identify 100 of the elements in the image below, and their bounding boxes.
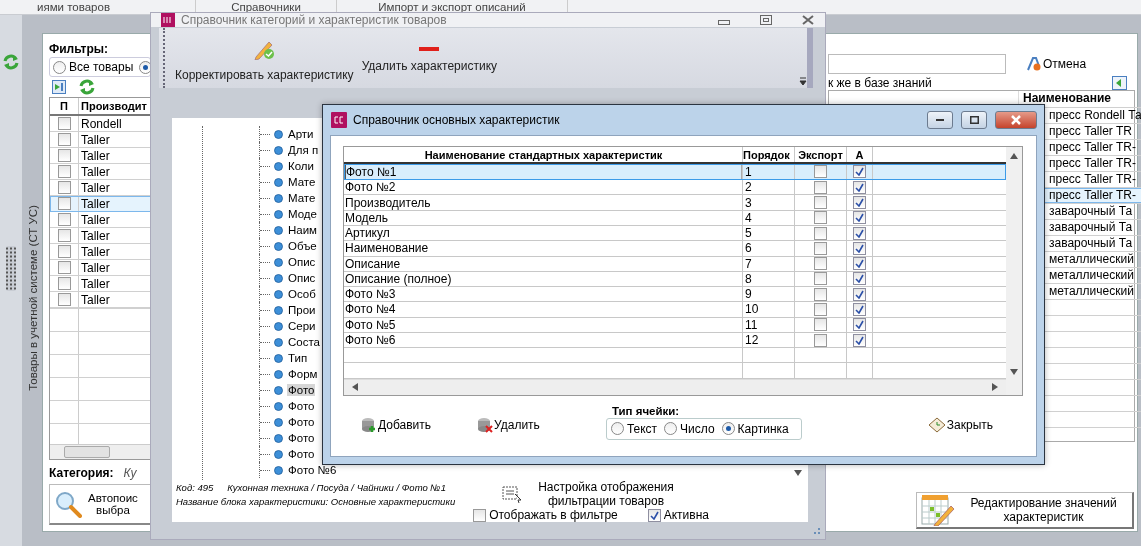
panel-icon[interactable] [1112, 75, 1127, 90]
radio-button[interactable] [610, 422, 624, 435]
tree-item[interactable]: Соста [287, 336, 321, 348]
maximize-button[interactable] [961, 111, 987, 129]
minimize-button[interactable] [927, 111, 953, 129]
checkbox[interactable] [57, 261, 71, 274]
tree-item[interactable]: Опис [287, 272, 317, 284]
tree-item[interactable]: Фото [287, 384, 316, 396]
tree-item[interactable]: Арти [287, 128, 315, 140]
checkbox[interactable] [814, 241, 827, 255]
close-button[interactable] [995, 111, 1037, 129]
close-icon[interactable] [801, 14, 815, 26]
export-icon[interactable] [52, 80, 66, 94]
checkbox[interactable] [853, 165, 866, 179]
horizontal-scrollbar[interactable] [50, 444, 151, 459]
table-row[interactable]: Фото №2 2 [344, 180, 1006, 196]
checkbox[interactable] [814, 333, 827, 347]
checkbox[interactable] [853, 333, 866, 347]
radio-button[interactable] [664, 422, 678, 435]
column-header[interactable]: Наименование стандартных характеристик [344, 147, 743, 163]
checkbox[interactable] [853, 302, 866, 316]
checkbox[interactable] [57, 277, 71, 290]
tree-item[interactable]: Фото №6 [287, 464, 338, 476]
tree-item[interactable]: Моде [287, 208, 318, 220]
radio-label[interactable]: Число [680, 421, 715, 436]
checkbox[interactable] [57, 229, 71, 242]
table-row[interactable]: Артикул 5 [344, 226, 1006, 242]
checkbox[interactable] [853, 257, 866, 271]
toolbar-button[interactable]: Корректировать характеристику [175, 34, 354, 82]
table-row[interactable]: Производитель 3 [344, 195, 1006, 211]
checkbox[interactable] [814, 211, 827, 225]
checkbox[interactable] [57, 245, 71, 258]
checkbox[interactable] [473, 508, 487, 522]
vertical-scrollbar[interactable] [1006, 147, 1022, 395]
checkbox[interactable] [57, 133, 71, 146]
table-row[interactable]: Модель 4 [344, 210, 1006, 226]
delete-button[interactable]: Удалить [477, 417, 540, 433]
checkbox[interactable] [57, 149, 71, 162]
checkbox[interactable] [814, 165, 827, 179]
tree-item[interactable]: Коли [287, 160, 315, 172]
tree-item[interactable]: Мате [287, 192, 317, 204]
checkbox[interactable] [814, 287, 827, 301]
column-header[interactable]: Производит [79, 100, 147, 112]
radio-button[interactable] [721, 422, 735, 435]
checkbox[interactable] [853, 287, 866, 301]
radio-button[interactable] [53, 60, 66, 74]
toolbar-button[interactable]: Удалить характеристику [361, 43, 498, 73]
checkbox[interactable] [57, 293, 71, 306]
refresh-icon[interactable] [2, 53, 20, 71]
table-row[interactable]: Описание (полное) 8 [344, 271, 1006, 288]
splitter-handle[interactable] [6, 246, 16, 291]
checkbox-label[interactable]: Отображать в фильтре [489, 508, 618, 522]
checkbox[interactable] [814, 257, 827, 271]
refresh-icon[interactable] [78, 78, 96, 96]
scroll-down-icon[interactable] [794, 470, 802, 476]
checkbox[interactable] [853, 180, 866, 194]
checkbox[interactable] [814, 302, 827, 316]
edit-values-button[interactable]: Редактирование значений характеристик [916, 492, 1134, 529]
table-row[interactable]: Фото №3 9 [344, 287, 1006, 303]
column-header[interactable]: А [847, 147, 873, 163]
checkbox[interactable] [814, 318, 827, 332]
checkbox[interactable] [853, 211, 866, 225]
checkbox-label[interactable]: Активна [663, 508, 709, 522]
column-header[interactable]: Порядок [743, 147, 795, 163]
checkbox[interactable] [853, 226, 866, 240]
close-button[interactable]: Закрыть [927, 417, 993, 433]
checkbox[interactable] [57, 117, 71, 130]
tree-item[interactable]: Опис [287, 256, 317, 268]
checkbox[interactable] [647, 508, 661, 522]
tree-item[interactable]: Для п [287, 144, 320, 156]
cancel-button[interactable]: Отмена [1026, 57, 1087, 71]
tree-item[interactable]: Тип [287, 352, 309, 364]
table-row[interactable]: Фото №1 1 [344, 164, 1006, 181]
radio-label[interactable]: Текст [626, 421, 658, 436]
table-row[interactable]: Описание 7 [344, 256, 1006, 272]
checkbox[interactable] [814, 272, 827, 286]
checkbox[interactable] [57, 181, 71, 194]
checkbox[interactable] [814, 226, 827, 240]
radio-label[interactable]: Картинка [737, 421, 789, 436]
column-header[interactable]: Наименование [1019, 91, 1141, 107]
tree-item[interactable]: Особ [287, 288, 317, 300]
checkbox[interactable] [57, 165, 71, 178]
checkbox[interactable] [57, 197, 71, 210]
tree-item[interactable]: Фото [287, 448, 316, 460]
tree-item[interactable]: Объе [287, 240, 318, 252]
tree-item[interactable]: Наим [287, 224, 319, 236]
checkbox[interactable] [814, 196, 827, 210]
table-row[interactable]: Taller [50, 196, 151, 212]
tree-item[interactable]: Фото [287, 416, 316, 428]
checkbox[interactable] [853, 318, 866, 332]
table-row[interactable]: Наименование 6 [344, 241, 1006, 257]
checkbox[interactable] [853, 272, 866, 286]
radio-label[interactable]: Все товары [69, 60, 134, 74]
tree-item[interactable]: Форм [287, 368, 319, 380]
table-row[interactable]: Фото №5 11 [344, 317, 1006, 333]
overflow-icon[interactable] [799, 76, 807, 86]
tree-item[interactable]: Фото [287, 432, 316, 444]
add-button[interactable]: Добавить [361, 417, 432, 433]
checkbox[interactable] [814, 180, 827, 194]
column-header[interactable]: П [50, 98, 79, 114]
